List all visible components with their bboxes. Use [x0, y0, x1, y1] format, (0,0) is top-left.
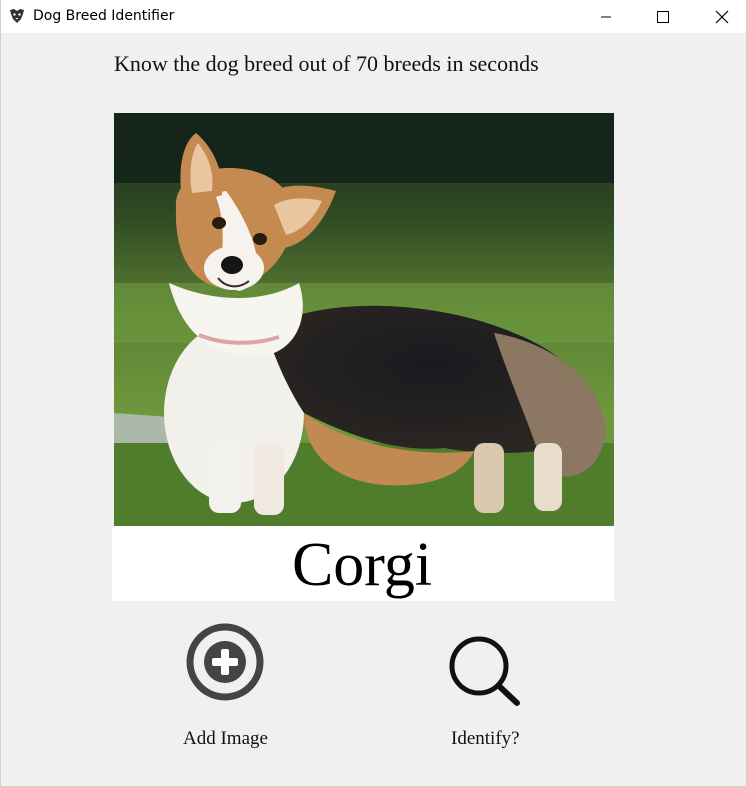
identify-label[interactable]: Identify?: [451, 728, 520, 750]
title-bar[interactable]: Dog Breed Identifier: [1, 0, 746, 33]
app-window: Dog Breed Identifier Know the dog breed …: [0, 0, 747, 787]
result-label-box: Corgi: [283, 526, 441, 601]
corgi-image: [114, 113, 614, 526]
magnifier-icon: [449, 636, 520, 706]
close-button[interactable]: [699, 0, 745, 33]
window-title: Dog Breed Identifier: [33, 8, 175, 24]
add-image-button[interactable]: [184, 621, 266, 703]
dog-app-icon: [10, 9, 24, 23]
plus-circle-icon: [186, 623, 264, 701]
minimize-button[interactable]: [583, 0, 629, 33]
identify-button[interactable]: [445, 635, 521, 707]
tagline-text: Know the dog breed out of 70 breeds in s…: [114, 51, 539, 76]
breed-result-text: Corgi: [291, 530, 433, 599]
maximize-icon: [657, 10, 669, 23]
add-image-label[interactable]: Add Image: [183, 728, 268, 750]
maximize-button[interactable]: [640, 0, 686, 33]
dog-photo: [114, 113, 614, 526]
minimize-icon: [601, 16, 611, 17]
close-icon: [715, 10, 729, 23]
